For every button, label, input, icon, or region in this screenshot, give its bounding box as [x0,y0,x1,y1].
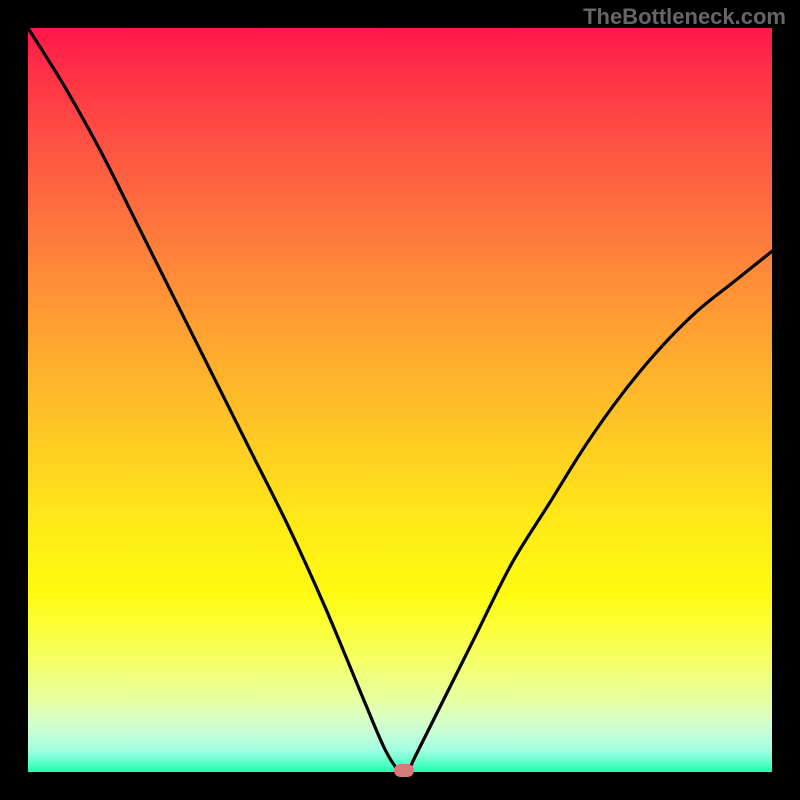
chart-frame: TheBottleneck.com [0,0,800,800]
bottleneck-curve [28,28,772,772]
plot-area [28,28,772,772]
watermark-text: TheBottleneck.com [583,4,786,30]
optimal-marker [394,764,414,777]
